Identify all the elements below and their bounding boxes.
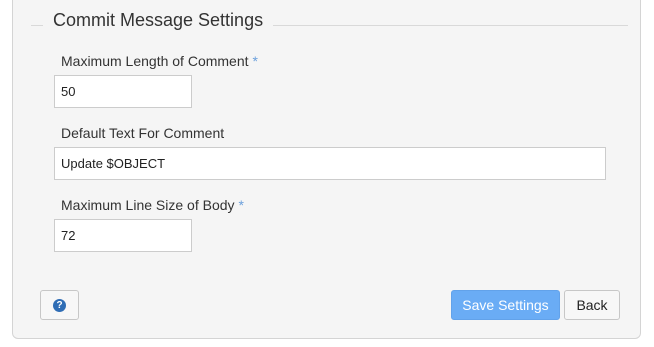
save-settings-button[interactable]: Save Settings [451,290,560,320]
max-line-size-label: Maximum Line Size of Body * [61,197,244,213]
max-length-input[interactable] [54,75,192,108]
default-text-label-text: Default Text For Comment [61,125,225,141]
help-button[interactable]: ? [40,290,79,320]
section-header: Commit Message Settings [31,9,628,33]
required-marker: * [252,53,258,69]
back-button[interactable]: Back [564,290,620,320]
question-circle-icon: ? [53,298,66,312]
required-marker: * [238,197,244,213]
max-length-label: Maximum Length of Comment * [61,53,258,69]
max-line-size-input[interactable] [54,219,192,252]
max-length-label-text: Maximum Length of Comment [61,53,249,69]
default-text-input[interactable] [54,147,606,180]
section-title: Commit Message Settings [43,9,274,31]
max-line-size-label-text: Maximum Line Size of Body [61,197,235,213]
default-text-label: Default Text For Comment [61,125,224,141]
settings-panel: Commit Message Settings Maximum Length o… [12,0,641,339]
